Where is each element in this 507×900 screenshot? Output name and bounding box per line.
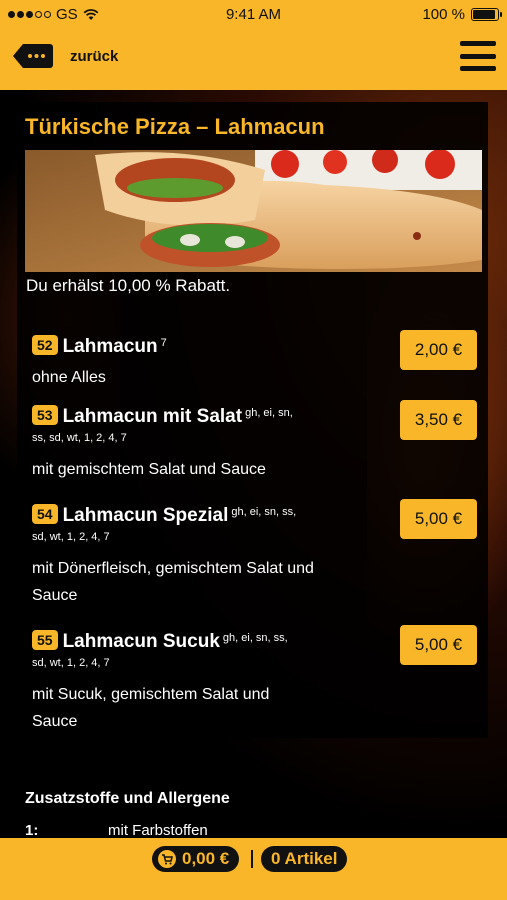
item-number-badge: 52 bbox=[32, 335, 58, 355]
item-name: Lahmacun mit Salat bbox=[62, 406, 243, 427]
allergen-key: 1: bbox=[25, 822, 39, 839]
add-to-cart-price-button[interactable]: 5,00 € bbox=[400, 625, 477, 665]
cart-divider bbox=[251, 850, 253, 868]
menu-item: 55 Lahmacun Sucuk gh, ei, sn, ss, sd, wt, … bbox=[32, 625, 477, 735]
top-bar: GS 9:41 AM 100 % zurück bbox=[0, 0, 507, 90]
lahmacun-hero-image bbox=[25, 150, 482, 272]
cart-total: 0,00 € bbox=[182, 849, 230, 868]
item-number-badge: 53 bbox=[32, 405, 58, 425]
discount-text: Du erhälst 10,00 % Rabatt. bbox=[26, 276, 231, 295]
item-allergen-codes: 7 bbox=[160, 336, 167, 349]
item-number-badge: 55 bbox=[32, 630, 58, 650]
cart-bar: 0,00 € 0 Artikel bbox=[0, 838, 507, 900]
cart-icon bbox=[158, 850, 176, 868]
add-to-cart-price-button[interactable]: 5,00 € bbox=[400, 499, 477, 539]
battery-icon bbox=[471, 8, 502, 21]
allergen-value: mit Farbstoffen bbox=[108, 822, 208, 839]
back-button-label[interactable]: zurück bbox=[70, 48, 118, 65]
add-to-cart-price-button[interactable]: 2,00 € bbox=[400, 330, 477, 370]
item-number-badge: 54 bbox=[32, 504, 58, 524]
item-description: mit gemischtem Salat und Sauce bbox=[32, 461, 266, 478]
allergen-row: 1: mit Farbstoffen bbox=[25, 822, 208, 839]
menu-item: 53 Lahmacun mit Salat gh, ei, sn, ss, sd, … bbox=[32, 400, 477, 483]
hamburger-menu-icon[interactable] bbox=[460, 41, 496, 71]
item-allergen-codes: gh, ei, sn, ss, bbox=[222, 631, 288, 644]
item-description: mit Sucuk, gemischtem Salat und Sauce bbox=[32, 686, 270, 730]
allergens-heading: Zusatzstoffe und Allergene bbox=[25, 790, 230, 807]
menu-item: 52 Lahmacun 7 ohne Alles 2,00 € bbox=[32, 330, 477, 391]
category-title: Türkische Pizza – Lahmacun bbox=[25, 114, 325, 139]
item-name: Lahmacun bbox=[62, 336, 158, 357]
cart-count-button[interactable]: 0 Artikel bbox=[261, 846, 348, 872]
item-description: mit Dönerfleisch, gemischtem Salat und S… bbox=[32, 560, 314, 604]
status-bar: GS 9:41 AM 100 % bbox=[0, 0, 507, 28]
battery-percent: 100 % bbox=[422, 6, 465, 23]
back-tag-icon[interactable] bbox=[12, 42, 54, 70]
item-name: Lahmacun Spezial bbox=[62, 505, 229, 526]
battery-status: 100 % bbox=[422, 6, 502, 23]
cart-total-button[interactable]: 0,00 € bbox=[152, 846, 240, 872]
add-to-cart-price-button[interactable]: 3,50 € bbox=[400, 400, 477, 440]
menu-item: 54 Lahmacun Spezial gh, ei, sn, ss, sd, wt… bbox=[32, 499, 477, 609]
item-name: Lahmacun Sucuk bbox=[62, 631, 220, 652]
item-allergen-codes: gh, ei, sn, bbox=[245, 406, 293, 419]
item-allergen-codes: gh, ei, sn, ss, bbox=[231, 505, 297, 518]
